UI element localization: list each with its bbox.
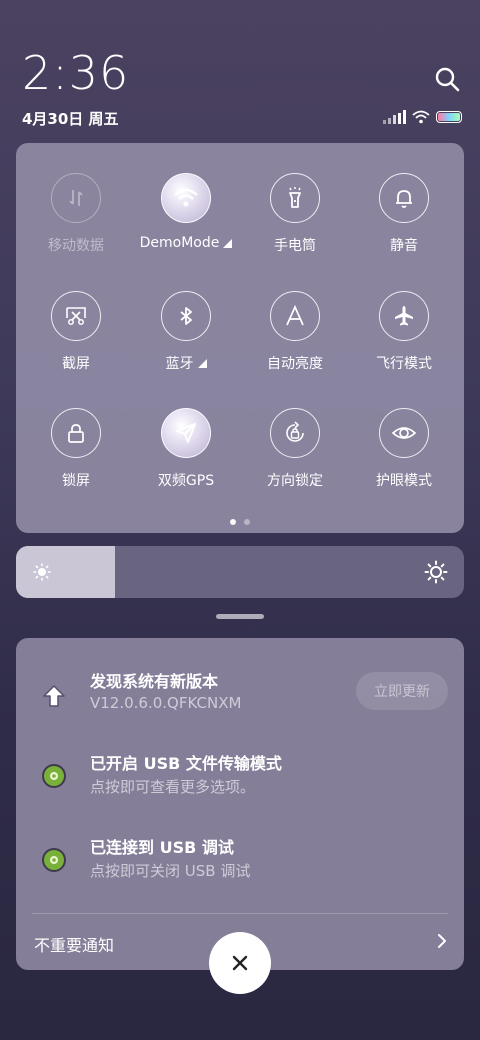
tile-label: 截屏 xyxy=(62,356,90,372)
notification-subtitle: V12.0.6.0.QFKCNXM xyxy=(90,694,242,712)
tile-label: 双频GPS xyxy=(157,473,215,489)
tile-demomode[interactable]: DemoMode xyxy=(131,163,241,273)
expand-triangle-icon xyxy=(223,238,233,248)
wifi-icon xyxy=(161,173,211,223)
lock-icon xyxy=(51,408,101,458)
divider xyxy=(32,913,448,914)
close-icon xyxy=(232,955,248,971)
minor-notifications-link[interactable]: 不重要通知 xyxy=(34,932,114,956)
tile-bluetooth[interactable]: 蓝牙 xyxy=(131,281,241,391)
bluetooth-icon xyxy=(161,291,211,341)
tile-label-row: DemoMode xyxy=(140,235,233,251)
eye-icon xyxy=(379,408,429,458)
page-dot xyxy=(244,519,250,525)
gps-icon xyxy=(161,408,211,458)
close-button[interactable] xyxy=(209,932,271,994)
auto-brightness-icon xyxy=(270,291,320,341)
system-icons xyxy=(383,108,462,126)
notification-title: 发现系统有新版本 xyxy=(90,672,219,691)
tile-label: 飞行模式 xyxy=(376,356,432,372)
tile-label: 静音 xyxy=(390,238,418,254)
notification-subtitle: 点按即可查看更多选项。 xyxy=(90,778,256,796)
tile-label: 手电筒 xyxy=(274,238,316,254)
bell-icon xyxy=(379,173,429,223)
wifi-icon xyxy=(412,110,430,124)
airplane-icon xyxy=(379,291,429,341)
notification-subtitle: 点按即可关闭 USB 调试 xyxy=(90,862,251,880)
update-now-button[interactable]: 立即更新 xyxy=(356,672,448,710)
clock[interactable]: 2:36 xyxy=(22,48,129,98)
battery-icon xyxy=(436,111,462,123)
mobile-data-icon xyxy=(51,173,101,223)
tile-label: DemoMode xyxy=(139,235,220,251)
brightness-high-icon xyxy=(424,560,448,584)
notification-title: 已开启 USB 文件传输模式 xyxy=(90,754,282,773)
tile-silent[interactable]: 静音 xyxy=(349,163,459,273)
tile-rotation-lock[interactable]: 方向锁定 xyxy=(240,398,350,508)
quick-settings-panel: 移动数据 DemoMode 手电筒 静音 截屏 蓝牙 自动亮度 飞行模式 锁屏 … xyxy=(16,143,464,533)
tile-label-row: 蓝牙 xyxy=(166,353,207,373)
chevron-right-icon[interactable] xyxy=(436,932,448,950)
signal-icon xyxy=(383,110,406,124)
tile-label: 护眼模式 xyxy=(376,473,432,489)
notification-system-update[interactable]: 发现系统有新版本 V12.0.6.0.QFKCNXM 立即更新 xyxy=(16,668,464,748)
screenshot-icon xyxy=(51,291,101,341)
page-dot-active xyxy=(230,519,236,525)
tile-screenshot[interactable]: 截屏 xyxy=(21,281,131,391)
android-settings-icon xyxy=(42,848,66,872)
notification-usb-debugging[interactable]: 已连接到 USB 调试 点按即可关闭 USB 调试 xyxy=(16,834,464,894)
update-arrow-icon xyxy=(43,685,65,707)
tile-flashlight[interactable]: 手电筒 xyxy=(240,163,350,273)
tile-label: 锁屏 xyxy=(62,473,90,489)
flashlight-icon xyxy=(270,173,320,223)
tile-airplane[interactable]: 飞行模式 xyxy=(349,281,459,391)
tile-mobile-data[interactable]: 移动数据 xyxy=(21,163,131,273)
android-settings-icon xyxy=(42,764,66,788)
date[interactable]: 4月30日 周五 xyxy=(22,108,119,129)
status-bar: 2:36 4月30日 周五 xyxy=(0,0,480,135)
expand-triangle-icon xyxy=(197,358,207,368)
tile-dual-gps[interactable]: 双频GPS xyxy=(131,398,241,508)
brightness-fill xyxy=(16,546,115,598)
tile-eye-care[interactable]: 护眼模式 xyxy=(349,398,459,508)
page-indicator xyxy=(16,519,464,525)
tile-label: 蓝牙 xyxy=(165,356,194,372)
notification-usb-file-transfer[interactable]: 已开启 USB 文件传输模式 点按即可查看更多选项。 xyxy=(16,750,464,810)
tile-label: 移动数据 xyxy=(48,238,104,254)
rotation-lock-icon xyxy=(270,408,320,458)
search-icon[interactable] xyxy=(432,64,462,94)
drag-handle[interactable] xyxy=(216,614,264,619)
tile-auto-brightness[interactable]: 自动亮度 xyxy=(240,281,350,391)
tile-lock-screen[interactable]: 锁屏 xyxy=(21,398,131,508)
brightness-slider[interactable] xyxy=(16,546,464,598)
tile-label: 自动亮度 xyxy=(267,356,323,372)
brightness-low-icon xyxy=(33,563,51,581)
notification-title: 已连接到 USB 调试 xyxy=(90,838,234,857)
tile-label: 方向锁定 xyxy=(267,473,323,489)
notification-panel: 发现系统有新版本 V12.0.6.0.QFKCNXM 立即更新 已开启 USB … xyxy=(16,638,464,970)
